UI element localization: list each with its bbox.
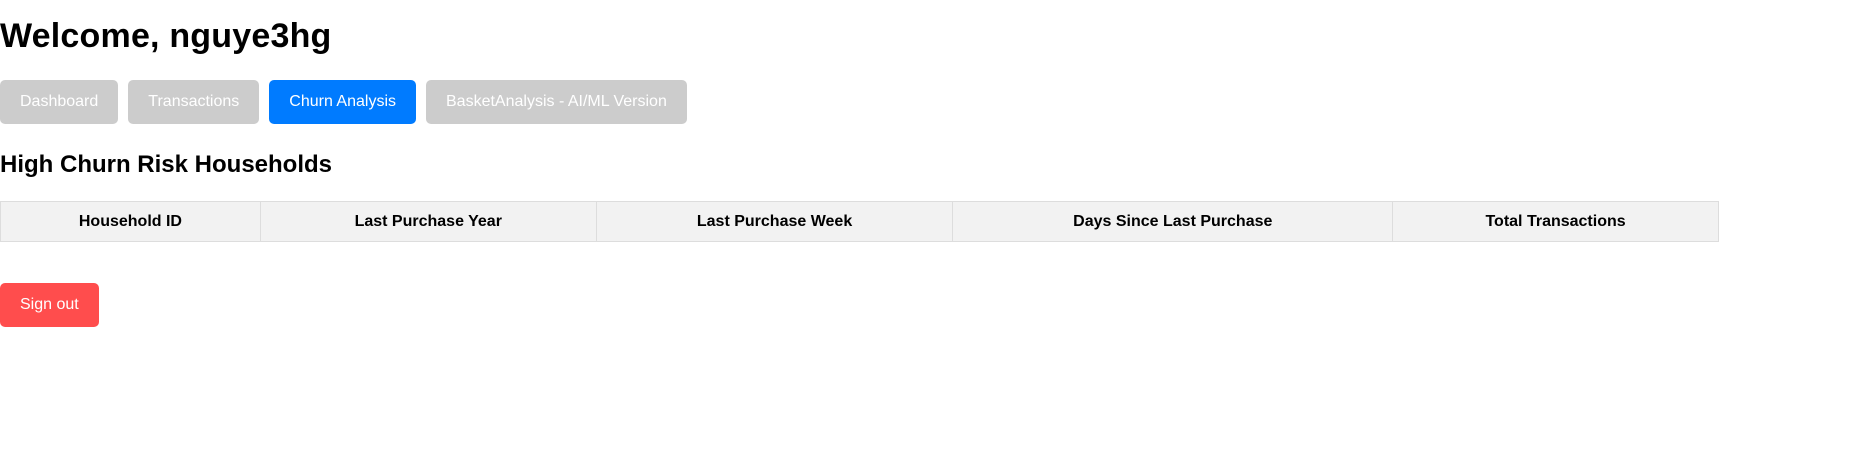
tab-transactions[interactable]: Transactions [128, 80, 260, 124]
churn-risk-table: Household ID Last Purchase Year Last Pur… [0, 201, 1719, 242]
tab-dashboard[interactable]: Dashboard [0, 80, 119, 124]
column-days-since-last-purchase: Days Since Last Purchase [952, 201, 1394, 242]
tab-churn-analysis[interactable]: Churn Analysis [269, 80, 416, 124]
welcome-heading: Welcome, nguye3hg [0, 17, 332, 55]
sign-out-button[interactable]: Sign out [0, 283, 99, 327]
table-header: Household ID Last Purchase Year Last Pur… [0, 201, 1719, 242]
column-last-purchase-week: Last Purchase Week [595, 201, 954, 242]
churn-analysis-page: Welcome, nguye3hg Dashboard Transactions… [0, 0, 1852, 464]
section-title: High Churn Risk Households [0, 151, 333, 178]
nav-tabs: Dashboard Transactions Churn Analysis Ba… [0, 80, 687, 124]
column-total-transactions: Total Transactions [1392, 201, 1719, 242]
column-last-purchase-year: Last Purchase Year [259, 201, 597, 242]
table-header-row: Household ID Last Purchase Year Last Pur… [0, 201, 1719, 242]
column-household-id: Household ID [0, 201, 261, 242]
tab-basket-analysis[interactable]: BasketAnalysis - AI/ML Version [426, 80, 687, 124]
